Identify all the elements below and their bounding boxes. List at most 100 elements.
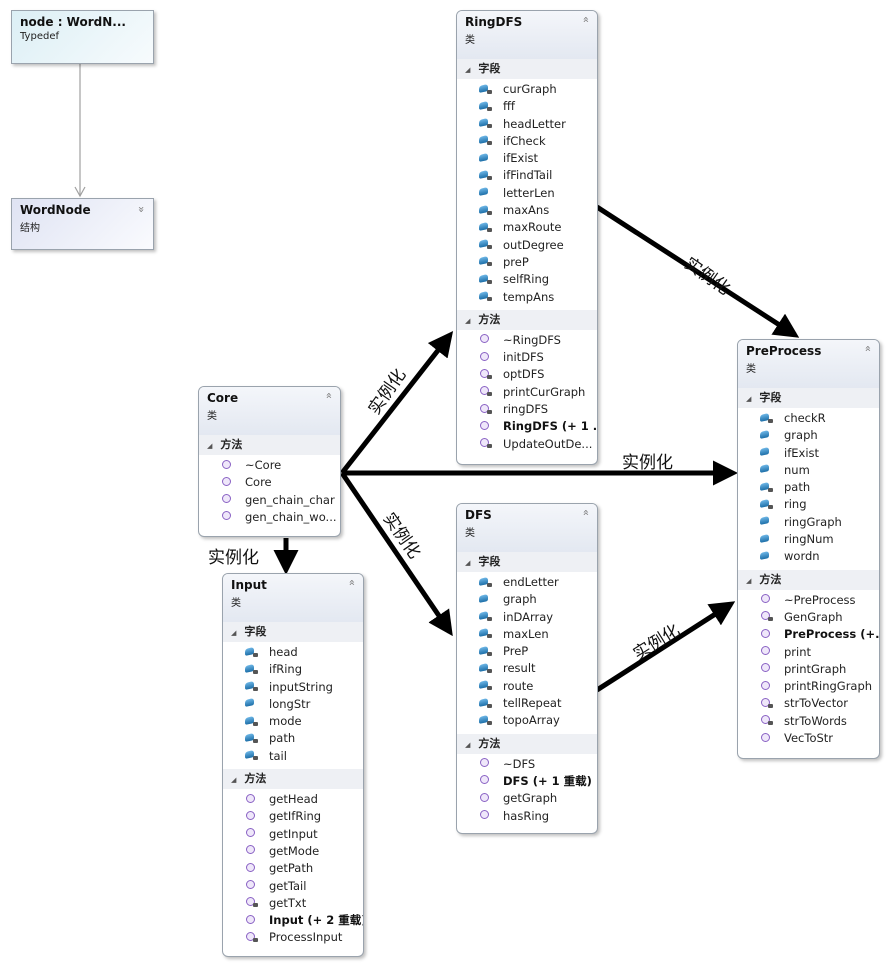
field-item[interactable]: graph [457, 591, 597, 608]
field-item[interactable]: maxLen [457, 626, 597, 643]
method-item[interactable]: print [738, 644, 879, 661]
method-item[interactable]: gen_chain_wo... [199, 509, 340, 526]
field-item[interactable]: selfRing [457, 271, 597, 288]
field-item[interactable]: PreP [457, 643, 597, 660]
field-item[interactable]: outDegree [457, 237, 597, 254]
field-item[interactable]: path [738, 479, 879, 496]
field-item[interactable]: inputString [223, 679, 363, 696]
method-item[interactable]: Core [199, 474, 340, 491]
field-item[interactable]: maxAns [457, 202, 597, 219]
class-box-node[interactable]: node : WordN... Typedef [11, 10, 154, 64]
collapse-icon[interactable]: » [579, 16, 592, 23]
field-item[interactable]: longStr [223, 696, 363, 713]
method-item[interactable]: strToVector [738, 695, 879, 712]
method-item[interactable]: getPath [223, 860, 363, 877]
field-item[interactable]: ring [738, 496, 879, 513]
section-header-fields[interactable]: ◢ 字段 [223, 622, 363, 642]
collapse-icon[interactable]: » [322, 392, 335, 399]
section-header-fields[interactable]: ◢ 字段 [457, 552, 597, 572]
method-item[interactable]: UpdateOutDe... [457, 436, 597, 453]
collapse-icon[interactable]: » [861, 345, 874, 352]
field-item[interactable]: graph [738, 427, 879, 444]
method-item[interactable]: getTxt [223, 895, 363, 912]
method-item[interactable]: getInput [223, 826, 363, 843]
method-item[interactable]: Input (+ 2 重载) [223, 912, 363, 929]
field-item[interactable]: endLetter [457, 574, 597, 591]
field-item[interactable]: curGraph [457, 81, 597, 98]
field-item[interactable]: inDArray [457, 609, 597, 626]
section-toggle-icon[interactable]: ◢ [231, 776, 236, 784]
method-item[interactable]: printCurGraph [457, 384, 597, 401]
field-item[interactable]: checkR [738, 410, 879, 427]
field-item[interactable]: ifRing [223, 661, 363, 678]
field-item[interactable]: path [223, 730, 363, 747]
field-item[interactable]: topoArray [457, 712, 597, 729]
collapse-icon[interactable]: » [579, 509, 592, 516]
method-item[interactable]: ~PreProcess [738, 592, 879, 609]
expand-icon[interactable]: » [135, 206, 148, 213]
section-header-methods[interactable]: ◢ 方法 [457, 309, 597, 330]
method-item[interactable]: RingDFS (+ 1 ... [457, 418, 597, 435]
method-item[interactable]: getTail [223, 878, 363, 895]
collapse-icon[interactable]: » [345, 579, 358, 586]
method-item[interactable]: PreProcess (+... [738, 626, 879, 643]
method-item[interactable]: optDFS [457, 366, 597, 383]
method-item[interactable]: getIfRing [223, 808, 363, 825]
field-item[interactable]: num [738, 462, 879, 479]
section-header-methods[interactable]: ◢ 方法 [199, 435, 340, 455]
class-box-preprocess[interactable]: PreProcess 类 » ◢ 字段 checkR graph ifExist num path… [737, 339, 880, 759]
class-box-wordnode[interactable]: WordNode 结构 » [11, 198, 154, 250]
section-toggle-icon[interactable]: ◢ [231, 629, 236, 637]
section-header-methods[interactable]: ◢ 方法 [738, 569, 879, 590]
method-item[interactable]: initDFS [457, 349, 597, 366]
section-toggle-icon[interactable]: ◢ [465, 66, 470, 74]
field-item[interactable]: ifExist [457, 150, 597, 167]
field-item[interactable]: wordn [738, 548, 879, 565]
field-item[interactable]: letterLen [457, 185, 597, 202]
section-header-fields[interactable]: ◢ 字段 [738, 388, 879, 408]
field-item[interactable]: tellRepeat [457, 695, 597, 712]
section-header-fields[interactable]: ◢ 字段 [457, 59, 597, 79]
method-item[interactable]: GenGraph [738, 609, 879, 626]
method-item[interactable]: getHead [223, 791, 363, 808]
section-toggle-icon[interactable]: ◢ [465, 741, 470, 749]
method-item[interactable]: ~RingDFS [457, 332, 597, 349]
field-item[interactable]: preP [457, 254, 597, 271]
method-item[interactable]: printGraph [738, 661, 879, 678]
class-box-dfs[interactable]: DFS 类 » ◢ 字段 endLetter graph inDArray maxLen PreP… [456, 503, 598, 834]
field-item[interactable]: result [457, 660, 597, 677]
method-item[interactable]: ringDFS [457, 401, 597, 418]
field-item[interactable]: tempAns [457, 289, 597, 306]
section-toggle-icon[interactable]: ◢ [746, 395, 751, 403]
relation-arrow-core-ringdfs[interactable] [340, 331, 454, 475]
field-item[interactable]: mode [223, 713, 363, 730]
field-item[interactable]: head [223, 644, 363, 661]
field-item[interactable]: ifCheck [457, 133, 597, 150]
class-box-core[interactable]: Core 类 » ◢ 方法 ~Core Core gen_chain_char gen_chai… [198, 386, 341, 537]
field-item[interactable]: ifFindTail [457, 167, 597, 184]
field-item[interactable]: tail [223, 748, 363, 765]
section-toggle-icon[interactable]: ◢ [465, 559, 470, 567]
section-header-methods[interactable]: ◢ 方法 [223, 769, 363, 790]
method-item[interactable]: VecToStr [738, 730, 879, 747]
section-toggle-icon[interactable]: ◢ [746, 577, 751, 585]
method-item[interactable]: ProcessInput [223, 929, 363, 946]
field-item[interactable]: ringNum [738, 531, 879, 548]
section-toggle-icon[interactable]: ◢ [207, 442, 212, 450]
method-item[interactable]: hasRing [457, 808, 597, 825]
class-box-input[interactable]: Input 类 » ◢ 字段 head ifRing inputString longStr mo… [222, 573, 364, 957]
method-item[interactable]: strToWords [738, 713, 879, 730]
method-item[interactable]: getGraph [457, 790, 597, 807]
method-item[interactable]: ~DFS [457, 756, 597, 773]
section-toggle-icon[interactable]: ◢ [465, 317, 470, 325]
method-item[interactable]: getMode [223, 843, 363, 860]
field-item[interactable]: ifExist [738, 445, 879, 462]
method-item[interactable]: gen_chain_char [199, 492, 340, 509]
field-item[interactable]: headLetter [457, 116, 597, 133]
field-item[interactable]: maxRoute [457, 219, 597, 236]
method-item[interactable]: printRingGraph [738, 678, 879, 695]
field-item[interactable]: ringGraph [738, 514, 879, 531]
field-item[interactable]: route [457, 678, 597, 695]
method-item[interactable]: DFS (+ 1 重载) [457, 773, 597, 790]
class-box-ringdfs[interactable]: RingDFS 类 » ◢ 字段 curGraph fff headLetter ifCheck… [456, 10, 598, 465]
